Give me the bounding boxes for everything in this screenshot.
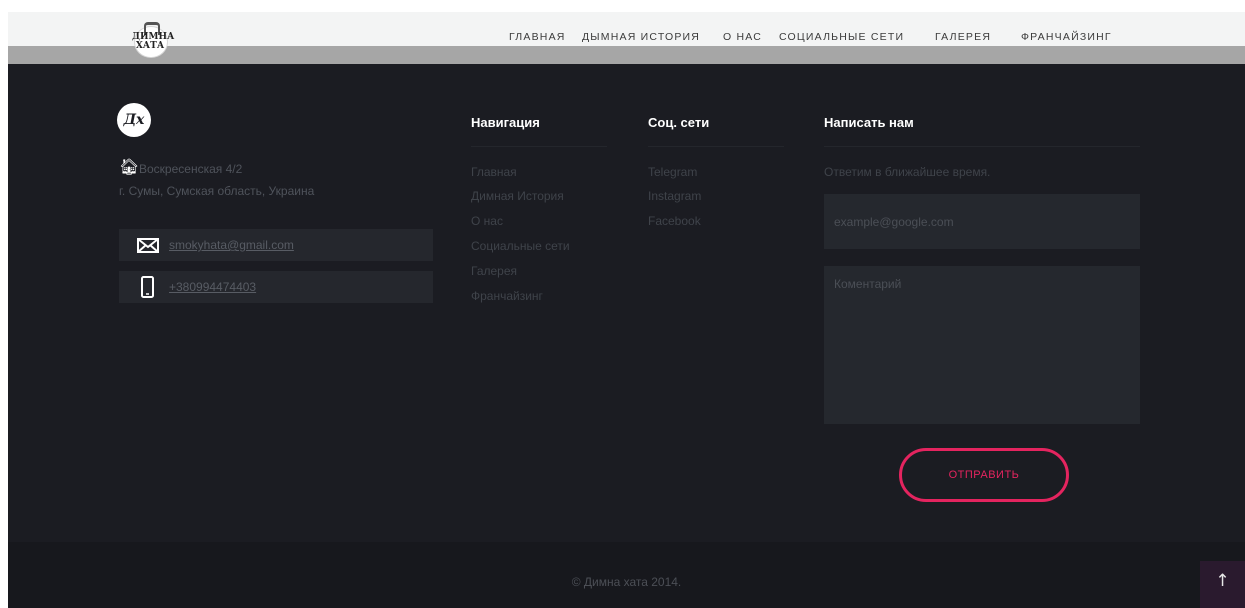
phone-icon bbox=[137, 271, 159, 303]
address-line-2: г. Сумы, Сумская область, Украина bbox=[119, 184, 315, 198]
comment-textarea[interactable]: Коментарий bbox=[824, 266, 1140, 424]
footer-nav-about[interactable]: О нас bbox=[471, 214, 503, 228]
nav-link-social[interactable]: СОЦИАЛЬНЫЕ СЕТИ bbox=[779, 31, 904, 43]
footer-bottom-bar: © Димна хата 2014. ↑ bbox=[8, 542, 1245, 608]
social-link-instagram[interactable]: Instagram bbox=[648, 189, 701, 203]
comment-placeholder: Коментарий bbox=[834, 277, 902, 291]
nav-link-gallery[interactable]: ГАЛЕРЕЯ bbox=[935, 31, 991, 43]
navigation-divider bbox=[471, 146, 607, 147]
header-strip bbox=[8, 46, 1245, 64]
address-line-1: Воскресенская 4/2 bbox=[139, 162, 243, 176]
footer-nav-franchise[interactable]: Франчайзинг bbox=[471, 289, 543, 303]
form-title: Написать нам bbox=[824, 115, 914, 130]
envelope-icon bbox=[137, 229, 159, 261]
footer-nav-history[interactable]: Димная История bbox=[471, 189, 564, 203]
form-subtitle: Ответим в ближайшее время. bbox=[824, 165, 991, 179]
email-placeholder: example@google.com bbox=[834, 215, 954, 229]
home-icon: 🏠︎ bbox=[119, 157, 140, 176]
nav-link-about[interactable]: О НАС bbox=[723, 31, 762, 43]
social-divider bbox=[648, 146, 784, 147]
footer-nav-home[interactable]: Главная bbox=[471, 165, 517, 179]
scroll-to-top-button[interactable]: ↑ bbox=[1200, 561, 1245, 608]
footer-nav-gallery[interactable]: Галерея bbox=[471, 264, 517, 278]
navigation-title: Навигация bbox=[471, 115, 540, 130]
phone-contact-row: +380994474403 bbox=[119, 271, 433, 303]
form-divider bbox=[824, 146, 1140, 147]
copyright: © Димна хата 2014. bbox=[571, 575, 682, 589]
nav-link-home[interactable]: ГЛАВНАЯ bbox=[509, 31, 566, 43]
main-nav: ГЛАВНАЯ ДЫМНАЯ ИСТОРИЯ О НАС СОЦИАЛЬНЫЕ … bbox=[0, 31, 1245, 45]
social-link-facebook[interactable]: Facebook bbox=[648, 214, 701, 228]
nav-link-franchise[interactable]: ФРАНЧАЙЗИНГ bbox=[1021, 31, 1112, 43]
nav-link-smoky-history[interactable]: ДЫМНАЯ ИСТОРИЯ bbox=[582, 31, 700, 43]
footer-nav-social[interactable]: Социальные сети bbox=[471, 239, 570, 253]
brand-monogram: Дх bbox=[117, 103, 151, 137]
email-input[interactable]: example@google.com bbox=[824, 194, 1140, 249]
phone-link[interactable]: +380994474403 bbox=[169, 280, 256, 294]
email-contact-row: smokyhata@gmail.com bbox=[119, 229, 433, 261]
social-title: Соц. сети bbox=[648, 115, 710, 130]
email-link[interactable]: smokyhata@gmail.com bbox=[169, 238, 294, 252]
submit-button[interactable]: ОТПРАВИТЬ bbox=[899, 448, 1069, 502]
social-link-telegram[interactable]: Telegram bbox=[648, 165, 697, 179]
arrow-up-icon: ↑ bbox=[1215, 571, 1230, 591]
